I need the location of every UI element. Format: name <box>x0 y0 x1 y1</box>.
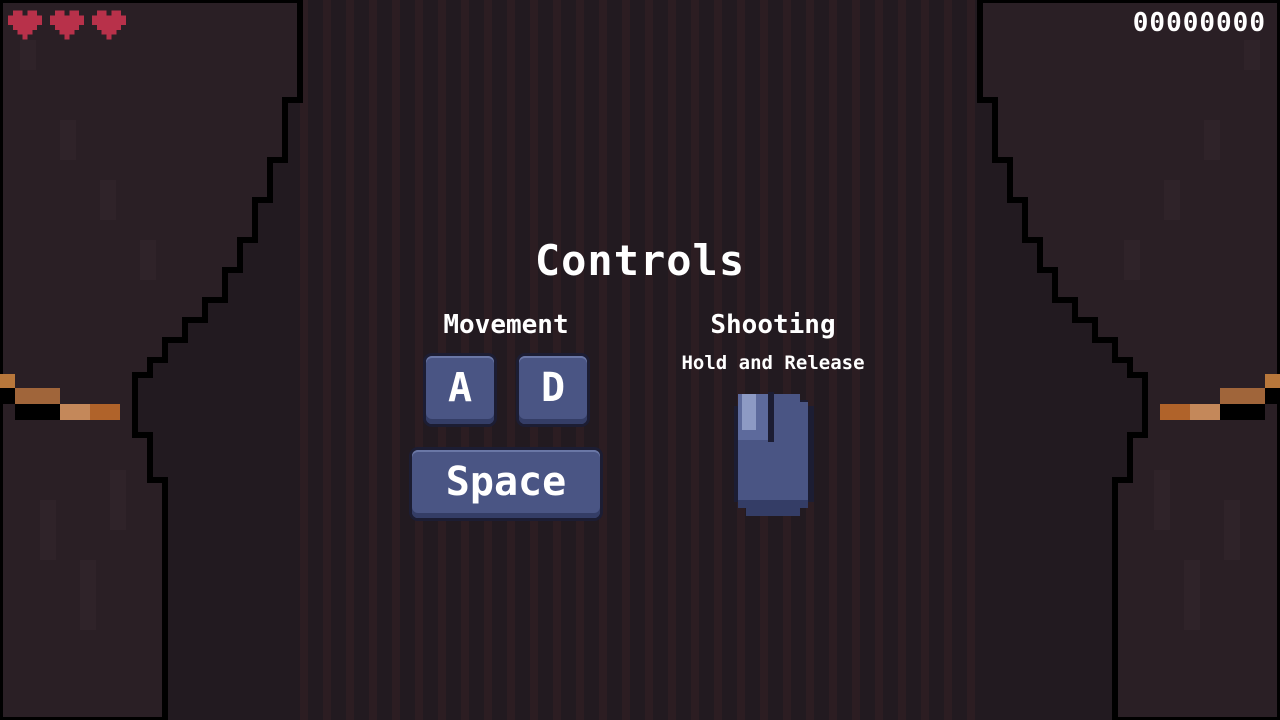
mouse-icon <box>734 392 814 516</box>
movement-heading: Movement <box>443 310 569 340</box>
controls-title: Controls <box>534 236 746 285</box>
key-d: D <box>519 356 587 424</box>
score-counter: 00000000 <box>1132 8 1266 38</box>
shooting-heading: Shooting <box>710 310 836 340</box>
key-a-label: A <box>447 365 473 411</box>
key-a: A <box>426 356 494 424</box>
game-screen: 00000000 Controls Movement Shooting Hold… <box>0 0 1280 720</box>
heart-icon <box>8 10 42 40</box>
key-space-label: Space <box>445 459 567 505</box>
key-space: Space <box>412 450 600 518</box>
key-d-label: D <box>540 365 566 411</box>
lives-display <box>8 10 126 40</box>
heart-icon <box>92 10 126 40</box>
shooting-instruction: Hold and Release <box>681 352 865 374</box>
heart-icon <box>50 10 84 40</box>
right-curtain <box>977 0 1280 720</box>
